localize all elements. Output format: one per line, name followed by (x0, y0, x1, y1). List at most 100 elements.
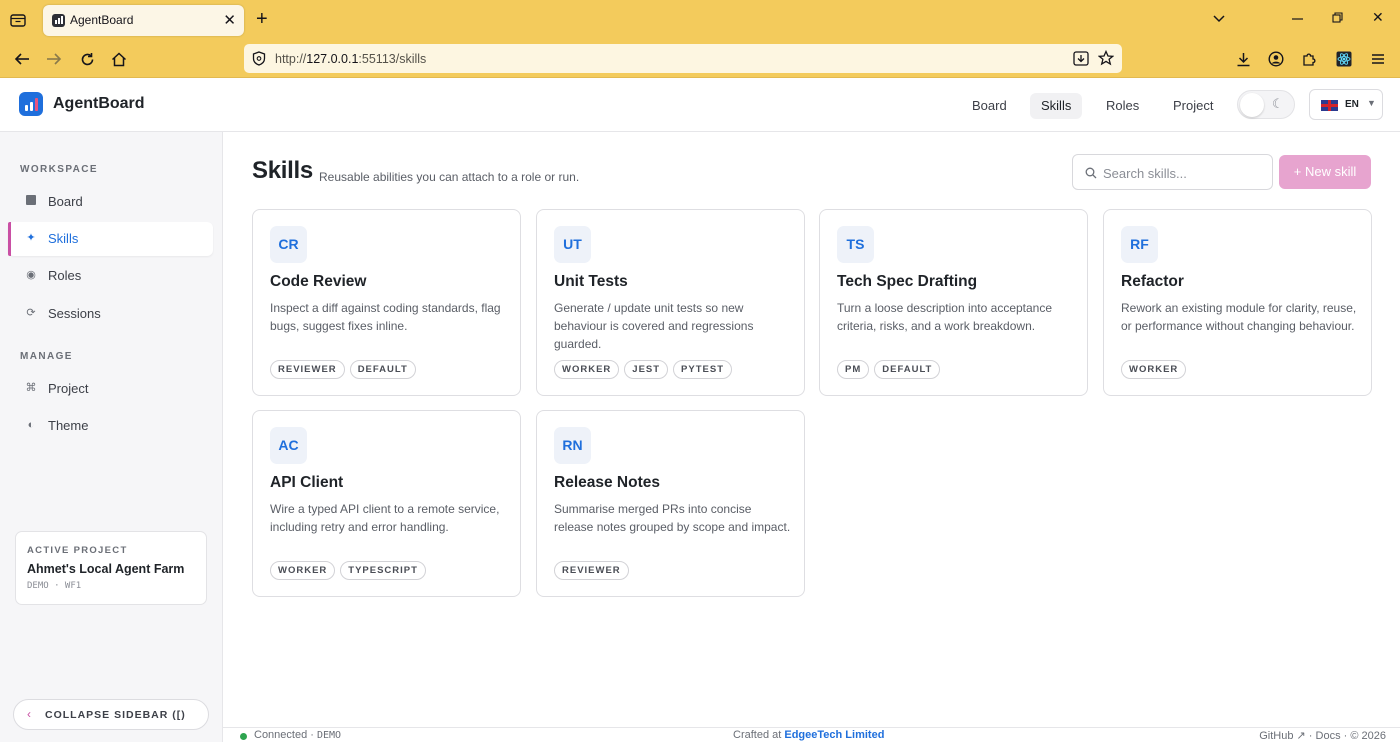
skill-avatar: UT (554, 226, 591, 263)
skill-card-tech-spec-drafting[interactable]: TS Tech Spec Drafting Turn a loose descr… (819, 209, 1088, 396)
browser-tab[interactable]: AgentBoard ✕ (43, 5, 244, 36)
skill-card-api-client[interactable]: AC API Client Wire a typed API client to… (252, 410, 521, 597)
home-icon[interactable] (109, 49, 129, 69)
new-tab-icon[interactable]: + (256, 9, 268, 29)
minimize-icon[interactable] (1292, 10, 1303, 26)
skill-title: API Client (270, 474, 344, 491)
manage-heading: MANAGE (20, 351, 73, 362)
footer-links: GitHub ↗ · Docs · © 2026 (1259, 730, 1386, 742)
command-icon: ⌘ (25, 382, 37, 394)
skill-avatar: RF (1121, 226, 1158, 263)
sidebar-item-label: Board (48, 194, 83, 209)
workspace-heading: WORKSPACE (20, 164, 98, 175)
sidebar-item-board[interactable]: Board (8, 185, 213, 219)
sidebar-item-roles[interactable]: ◉ Roles (8, 259, 213, 293)
bookmark-star-icon[interactable] (1097, 49, 1115, 71)
sidebar: WORKSPACE Board ✦ Skills ◉ Roles ⟳ Sessi… (0, 132, 223, 742)
skill-tag: WORKER (270, 561, 336, 580)
address-bar[interactable]: http://127.0.0.1:55113/skills (244, 44, 1122, 73)
close-window-icon[interactable]: ✕ (1372, 9, 1384, 26)
project-meta: DEMO · WF1 (27, 581, 82, 591)
reload-icon[interactable] (77, 49, 97, 69)
topnav-board[interactable]: Board (961, 93, 1018, 119)
skill-description: Wire a typed API client to a remote serv… (270, 502, 500, 534)
skill-tag: DEFAULT (349, 360, 416, 379)
url-text: http://127.0.0.1:55113/skills (275, 52, 427, 66)
search-input[interactable]: Search skills... (1072, 154, 1273, 190)
sidebar-item-label: Roles (48, 268, 82, 283)
new-skill-button[interactable]: + New skill (1279, 155, 1371, 189)
skill-tags: REVIEWER DEFAULT (270, 360, 416, 379)
tab-title: AgentBoard (70, 13, 134, 27)
skill-title: Unit Tests (554, 273, 628, 290)
skill-avatar: TS (837, 226, 874, 263)
skill-description: Rework an existing module for clarity, r… (1121, 301, 1357, 333)
moon-icon: ☾ (1272, 96, 1284, 111)
connection-status: Connected · DEMO (254, 729, 342, 741)
back-icon[interactable] (12, 49, 32, 69)
page-subtitle: Reusable abilities you can attach to a r… (319, 170, 580, 184)
sidebar-item-theme[interactable]: ◐ Theme (8, 409, 213, 443)
topnav-project[interactable]: Project (1162, 93, 1224, 119)
skill-avatar: RN (554, 427, 591, 464)
page-title: Skills (252, 157, 313, 184)
skill-tag: WORKER (1121, 360, 1187, 379)
menu-hamburger-icon[interactable] (1368, 49, 1388, 69)
tab-overflow-chevron-icon[interactable] (1213, 10, 1225, 26)
sidebar-item-skills[interactable]: ✦ Skills (8, 222, 213, 256)
skill-avatar: AC (270, 427, 307, 464)
skill-tag: DEFAULT (874, 360, 941, 379)
theme-toggle[interactable]: ☾ (1237, 90, 1295, 119)
skill-card-refactor[interactable]: RF Refactor Rework an existing module fo… (1103, 209, 1372, 396)
github-link[interactable]: GitHub ↗ (1259, 730, 1306, 742)
skill-tag: JEST (624, 360, 669, 379)
skill-tag: TYPESCRIPT (340, 561, 426, 580)
topnav-skills[interactable]: Skills (1030, 93, 1083, 119)
company-link[interactable]: EdgeeTech Limited (784, 729, 884, 741)
extensions-icon[interactable] (1299, 49, 1319, 69)
sidebar-item-label: Sessions (48, 306, 101, 321)
skill-card-code-review[interactable]: CR Code Review Inspect a diff against co… (252, 209, 521, 396)
skill-tag: REVIEWER (554, 561, 629, 580)
sidebar-item-project[interactable]: ⌘ Project (8, 372, 213, 406)
forward-icon[interactable] (44, 49, 64, 69)
account-icon[interactable] (1266, 49, 1286, 69)
site-info-shield-icon[interactable] (252, 51, 266, 71)
status-footer: Connected · DEMO Crafted at EdgeeTech Li… (223, 727, 1400, 742)
skill-description: Inspect a diff against coding standards,… (270, 301, 501, 333)
docs-link[interactable]: Docs (1316, 730, 1341, 742)
toggle-knob (1240, 93, 1264, 117)
downloads-icon[interactable] (1233, 49, 1253, 69)
refresh-icon: ⟳ (26, 307, 36, 319)
browser-tab-bar: AgentBoard ✕ + ✕ (0, 0, 1400, 40)
app-header: AgentBoard Board Skills Roles Project ☾ … (0, 78, 1400, 132)
skill-tag: WORKER (554, 360, 620, 379)
skill-tags: WORKER (1121, 360, 1187, 379)
skill-description: Summarise merged PRs into concise releas… (554, 502, 791, 534)
active-project-card[interactable]: ACTIVE PROJECT Ahmet's Local Agent Farm … (15, 531, 207, 605)
grid-icon (25, 195, 37, 207)
page-save-icon[interactable] (1073, 51, 1089, 71)
skill-tags: WORKER JEST PYTEST (554, 360, 732, 379)
contrast-icon: ◐ (27, 419, 35, 431)
skill-title: Tech Spec Drafting (837, 273, 978, 290)
collapse-sidebar-button[interactable]: ‹ COLLAPSE SIDEBAR ([) (13, 699, 209, 730)
collapse-sidebar-label: COLLAPSE SIDEBAR ([) (45, 709, 186, 721)
skill-description: Generate / update unit tests so new beha… (554, 301, 754, 351)
close-tab-icon[interactable]: ✕ (223, 11, 236, 29)
restore-icon[interactable] (1332, 10, 1343, 26)
topnav-roles[interactable]: Roles (1095, 93, 1150, 119)
caret-down-icon: ▼ (1367, 98, 1376, 108)
skill-tag: PYTEST (673, 360, 732, 379)
sidebar-item-label: Theme (48, 418, 89, 433)
skill-avatar: CR (270, 226, 307, 263)
skill-card-release-notes[interactable]: RN Release Notes Summarise merged PRs in… (536, 410, 805, 597)
tab-list-icon[interactable] (8, 10, 28, 30)
active-project-label: ACTIVE PROJECT (27, 545, 128, 556)
agentboard-logo-icon (19, 92, 43, 116)
react-devtools-icon[interactable] (1334, 49, 1354, 69)
skill-card-unit-tests[interactable]: UT Unit Tests Generate / update unit tes… (536, 209, 805, 396)
language-select[interactable]: EN ▼ (1309, 89, 1383, 120)
sidebar-item-sessions[interactable]: ⟳ Sessions (8, 297, 213, 331)
skill-tags: PM DEFAULT (837, 360, 941, 379)
